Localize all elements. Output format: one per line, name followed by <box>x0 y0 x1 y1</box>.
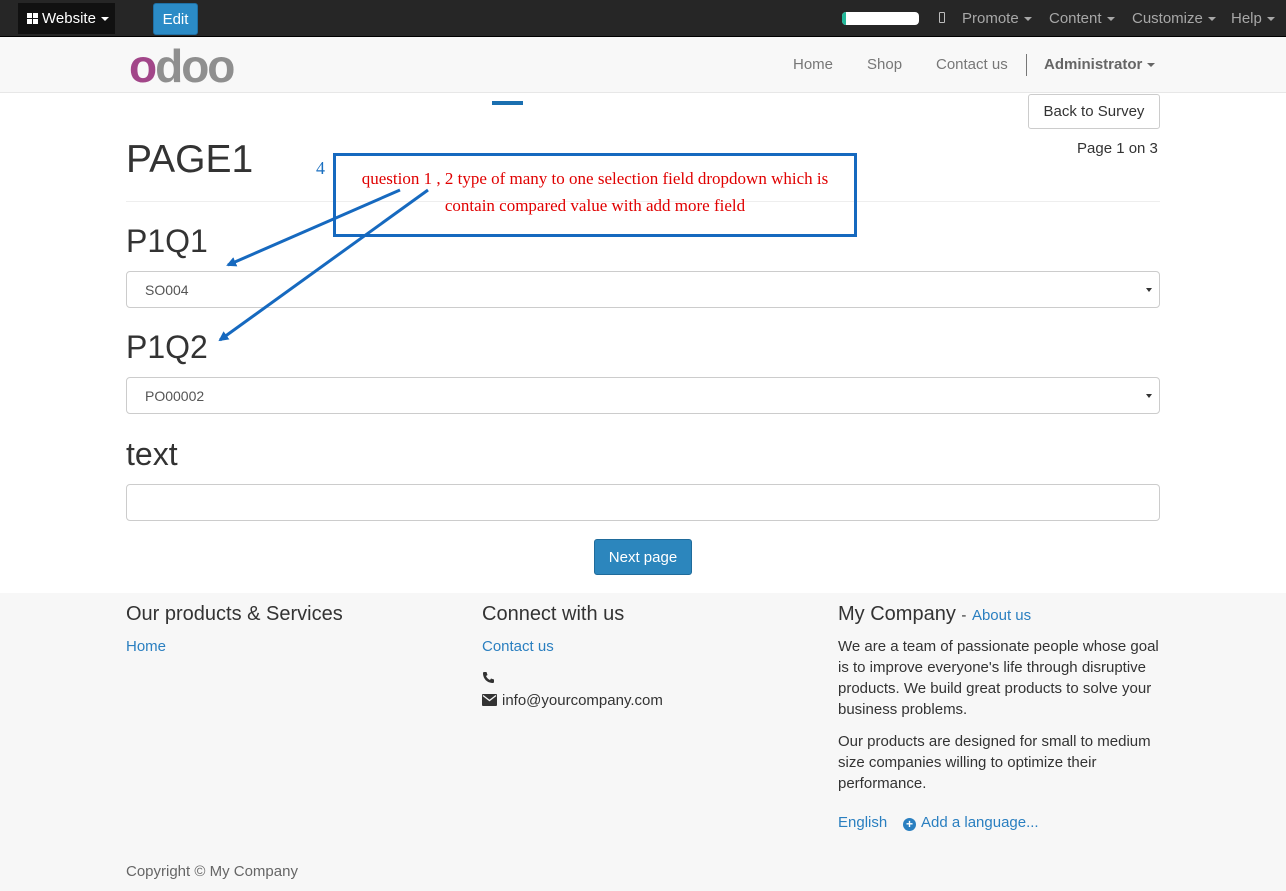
footer-home-link[interactable]: Home <box>126 638 166 655</box>
phone-icon <box>483 672 494 683</box>
footer-products-title: Our products & Services <box>126 603 343 625</box>
add-language-label: Add a language... <box>921 814 1039 831</box>
plus-circle-icon: + <box>903 817 916 831</box>
footer-company-paragraph-2: Our products are designed for small to m… <box>838 733 1151 792</box>
footer-company-title: My Company <box>838 603 956 625</box>
about-separator: - <box>961 607 967 624</box>
footer-email[interactable]: info@yourcompany.com <box>502 690 663 711</box>
footer-company-heading: My Company - About us <box>838 603 1031 626</box>
footer-company-paragraph-1: We are a team of passionate people whose… <box>838 638 1159 718</box>
mail-icon <box>482 694 497 706</box>
footer-about-link[interactable]: About us <box>972 607 1031 624</box>
copyright: Copyright © My Company <box>126 863 298 880</box>
footer-contact-link[interactable]: Contact us <box>482 638 554 655</box>
footer-connect-title: Connect with us <box>482 603 625 625</box>
annotation-arrow-2 <box>218 188 429 342</box>
add-language-link[interactable]: + Add a language... <box>903 814 1039 831</box>
language-english[interactable]: English <box>838 814 887 831</box>
